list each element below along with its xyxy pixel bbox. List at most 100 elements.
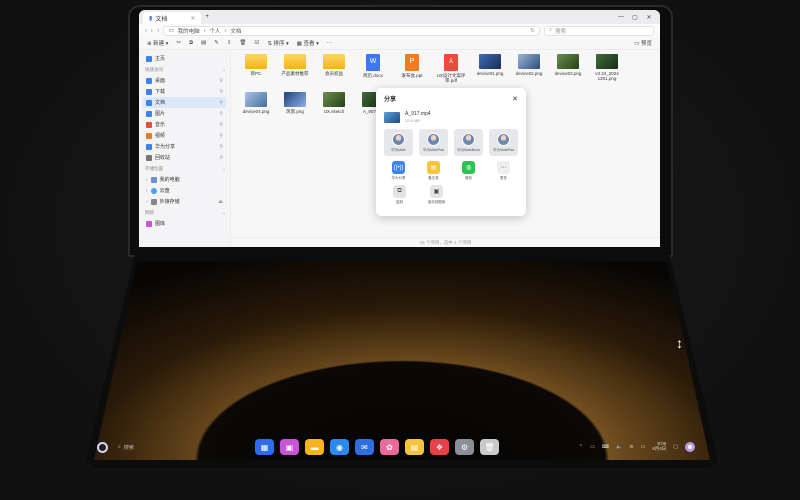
breadcrumb-item[interactable]: 文档 [230,27,241,35]
trash-icon[interactable]: 🗑 [480,439,499,455]
share-app[interactable]: ◍ 微信 [454,161,483,181]
browser-icon[interactable]: ◉ [330,439,349,455]
sidebar-item-quick-4[interactable]: 音乐 ⚲ [143,119,226,130]
sidebar-item-quick-5[interactable]: 视频 ⚲ [143,130,226,141]
new-tab-button[interactable]: + [205,14,209,20]
sidebar-item-quick-7[interactable]: 回收站 ⚲ [143,152,226,163]
view-button[interactable]: ▦ 查看 ▾ [297,39,319,47]
sort-button[interactable]: ⇅ 排序 ▾ [267,39,288,47]
nearby-device[interactable]: 华为MatePad [489,129,518,156]
new-button[interactable]: ⊕ 新建 ▾ [147,39,168,47]
sidebar-item-external[interactable]: › 外接存储 ⏏ [143,196,226,207]
eject-icon[interactable]: ⏏ [218,199,223,205]
start-button[interactable] [97,441,108,453]
more-icon[interactable]: ⋯ [327,40,333,46]
file-item[interactable]: W 简历.docx [354,54,392,88]
file-item[interactable]: P 发布会.ppt [393,54,431,88]
breadcrumb[interactable]: ▭ 我的电脑 › 个人 › 文档 ↻ [163,25,540,36]
up-icon[interactable]: ↑ [157,28,160,34]
select-icon[interactable]: ☑ [254,40,259,46]
chevron-up-icon[interactable]: ⌃ [579,444,583,450]
nearby-device[interactable]: 华为MatePad [419,129,448,156]
multitask-icon[interactable]: ▦ [255,439,274,455]
share-app[interactable]: ((•)) 华为分享 [384,161,413,181]
appgallery-icon[interactable]: ❖ [430,439,449,455]
locations-heading[interactable]: 存储位置 ⌄ [145,166,226,172]
file-item[interactable]: UX.sketch [315,92,353,126]
pin-icon[interactable]: ⚲ [219,100,223,106]
pin-icon[interactable]: ⚲ [219,111,223,117]
file-thumbnail [323,92,345,107]
volume-icon[interactable]: 🔈 [616,444,622,450]
maximize-button[interactable]: ▢ [628,14,642,21]
pin-icon[interactable]: ⚲ [219,78,223,84]
file-item[interactable]: device02.png [510,54,548,88]
file-item[interactable]: device04.png [237,92,275,126]
battery-icon[interactable]: ▭ [641,444,646,450]
breadcrumb-item[interactable]: 我的电脑 [178,27,200,35]
taskbar-search[interactable]: ⌕ 搜索 [118,444,134,451]
pin-icon[interactable]: ⚲ [219,122,223,128]
cut-icon[interactable]: ✂ [176,40,181,46]
settings-icon[interactable]: ⚙ [455,439,474,455]
gallery-icon[interactable]: ▣ [280,439,299,455]
pin-icon[interactable]: ⚲ [219,155,223,161]
file-item[interactable]: device03.png [549,54,587,88]
sidebar-item-cloud[interactable]: › 云盘 [143,185,226,196]
notes-icon[interactable]: ▤ [405,439,424,455]
file-item[interactable]: v3.34_2024 1201.png [588,54,626,88]
file-item[interactable]: 风景.png [276,92,314,126]
preview-button[interactable]: ▭ 预览 [634,39,652,47]
pin-icon[interactable]: ⚲ [219,144,223,150]
tab-label: 文档 [155,16,168,23]
file-item[interactable]: 会员权益 [315,54,353,88]
file-item[interactable]: 新PC [237,54,275,88]
share-app[interactable]: ⋯ 更多 [489,161,518,181]
wifi-icon[interactable]: ≋ [629,444,633,450]
close-icon[interactable]: ✕ [512,95,518,103]
search-input[interactable]: ⌕ 搜索 [544,25,654,36]
mail-icon[interactable]: ✉ [355,439,374,455]
rename-icon[interactable]: ✎ [214,40,219,46]
share-app[interactable]: ▤ 备忘录 [419,161,448,181]
forward-icon[interactable]: › [151,28,153,34]
tab-close-icon[interactable]: ✕ [190,15,195,22]
pin-icon[interactable]: ⚲ [219,133,223,139]
sidebar-item-quick-1[interactable]: 下载 ⚲ [143,86,226,97]
tab-documents[interactable]: ▮ 文档 ✕ [143,12,202,24]
sidebar-item-gallery[interactable]: 图库 [143,218,226,229]
share-icon[interactable]: ⇪ [227,40,232,46]
file-item[interactable]: ⅄ UX设计文案评审.pdf [432,54,470,88]
back-icon[interactable]: ‹ [145,28,147,34]
notification-icon[interactable]: ▢ [673,444,678,450]
assistant-icon[interactable] [685,442,695,452]
files-icon[interactable]: ▬ [305,439,324,455]
share-action[interactable]: ⧉ 复制 [384,185,415,205]
tablet-icon[interactable]: ▭ [590,444,595,450]
delete-icon[interactable]: 🗑 [239,40,246,46]
breadcrumb-item[interactable]: 个人 [210,27,221,35]
refresh-icon[interactable]: ↻ [530,28,535,34]
clock[interactable]: 9:06 6月4日 [652,441,666,452]
minimize-button[interactable]: — [614,14,628,20]
file-item[interactable]: 产品素材推荐 [276,54,314,88]
share-action[interactable]: ▣ 保存到图库 [421,185,452,205]
sidebar-item-quick-3[interactable]: 图片 ⚲ [143,108,226,119]
file-item[interactable]: device01.png [471,54,509,88]
nearby-device[interactable]: 华为Mate [384,129,413,156]
photos-icon[interactable]: ✿ [380,439,399,455]
nearby-device[interactable]: 华为MateBook [454,129,483,156]
sidebar-item-my-computer[interactable]: › 我的电脑 [143,174,226,185]
network-heading[interactable]: 网络 ⌄ [145,210,226,216]
file-thumbnail [557,54,579,69]
sidebar-item-quick-2[interactable]: 文档 ⚲ [143,97,226,108]
paste-icon[interactable]: ▤ [201,40,206,46]
sidebar-item-quick-6[interactable]: 华为分享 ⚲ [143,141,226,152]
sidebar-item-home[interactable]: 主页 [143,53,226,64]
input-icon[interactable]: ⌨ [602,444,609,450]
pin-icon[interactable]: ⚲ [219,89,223,95]
quick-access-heading[interactable]: 快速访问 ⌄ [145,67,226,73]
sidebar-item-quick-0[interactable]: 桌面 ⚲ [143,75,226,86]
copy-icon[interactable]: ⧉ [189,40,193,47]
close-button[interactable]: ✕ [642,14,656,21]
